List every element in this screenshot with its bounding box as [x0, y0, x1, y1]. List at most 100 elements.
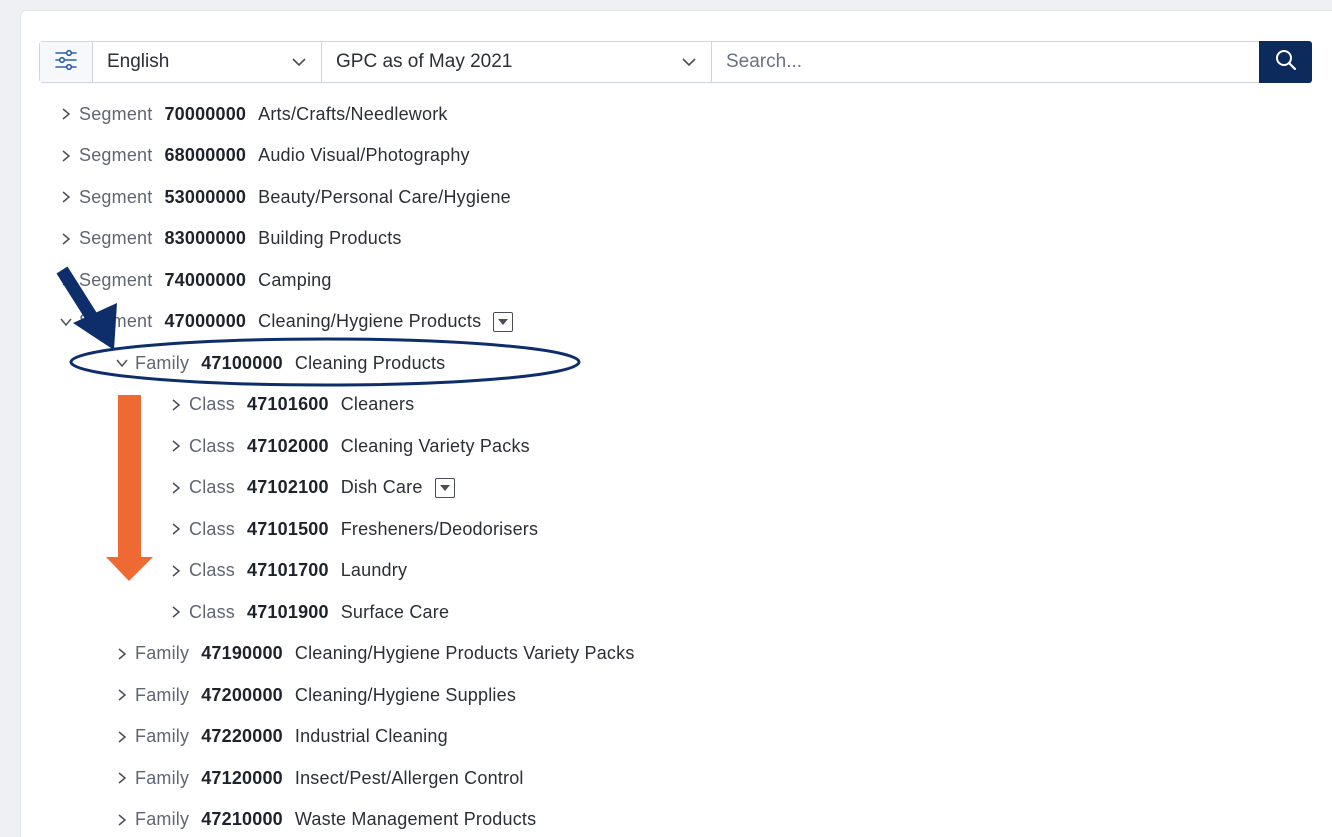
- tree-row[interactable]: Segment 47000000 Cleaning/Hygiene Products: [55, 306, 514, 338]
- chevron-right-icon[interactable]: [165, 435, 187, 457]
- node-title[interactable]: Audio Visual/Photography: [258, 145, 470, 166]
- node-code: 47101700: [247, 560, 329, 580]
- node-title[interactable]: Camping: [258, 270, 331, 291]
- chevron-right-icon[interactable]: [165, 560, 187, 582]
- chevron-down-icon[interactable]: [55, 311, 77, 333]
- node-title[interactable]: Arts/Crafts/Needlework: [258, 104, 447, 125]
- node-level-label: Segment: [79, 269, 153, 290]
- node-title[interactable]: Cleaners: [341, 394, 415, 415]
- tree-row[interactable]: Segment 74000000 Camping: [55, 264, 332, 296]
- node-code: 47120000: [201, 767, 283, 788]
- node-title[interactable]: Industrial Cleaning: [295, 726, 448, 747]
- tree-row[interactable]: Family 47200000 Cleaning/Hygiene Supplies: [111, 679, 516, 711]
- chevron-down-icon: [681, 51, 697, 73]
- node-code: 47101500: [247, 518, 329, 539]
- node-level-label: Family: [135, 684, 190, 705]
- sliders-icon: [54, 49, 78, 76]
- node-title[interactable]: Dish Care: [341, 477, 423, 498]
- chevron-right-icon[interactable]: [111, 809, 133, 831]
- node-title[interactable]: Laundry: [341, 560, 407, 581]
- search-icon: [1274, 48, 1298, 77]
- tree-row[interactable]: Class 47102100 Dish Care: [165, 472, 455, 504]
- tree-row[interactable]: Family 47100000 Cleaning Products: [111, 347, 445, 379]
- node-level-label: Segment: [79, 186, 153, 207]
- tree-row[interactable]: Family 47190000 Cleaning/Hygiene Products …: [111, 638, 635, 670]
- node-code: 47100000: [201, 352, 283, 373]
- chevron-right-icon[interactable]: [111, 684, 133, 706]
- node-title[interactable]: Waste Management Products: [295, 809, 536, 830]
- classification-browser-panel: English GPC as of May 2021 Segment 700000…: [20, 10, 1332, 837]
- chevron-right-icon[interactable]: [165, 477, 187, 499]
- chevron-right-icon[interactable]: [165, 601, 187, 623]
- node-title[interactable]: Cleaning/Hygiene Products Variety Packs: [295, 643, 635, 664]
- tree-row[interactable]: Segment 70000000 Arts/Crafts/Needlework: [55, 98, 448, 130]
- tree-row[interactable]: Family 47120000 Insect/Pest/Allergen Contr…: [111, 762, 524, 794]
- node-title[interactable]: Building Products: [258, 228, 401, 249]
- tree-row[interactable]: Class 47101700 Laundry: [165, 555, 407, 587]
- tree-row[interactable]: Class 47102000 Cleaning Variety Packs: [165, 430, 530, 462]
- node-level-label: Class: [189, 518, 236, 539]
- search-input[interactable]: [712, 42, 1259, 82]
- browser-toolbar: English GPC as of May 2021: [39, 41, 1312, 83]
- tree-row[interactable]: Family 47220000 Industrial Cleaning: [111, 721, 448, 753]
- node-code: 83000000: [164, 228, 247, 248]
- node-code: 47102100: [247, 477, 329, 497]
- node-level-label: Family: [135, 643, 190, 663]
- filter-button[interactable]: [40, 42, 93, 82]
- node-title[interactable]: Fresheners/Deodorisers: [341, 519, 538, 540]
- tree-row[interactable]: Class 47101500 Fresheners/Deodorisers: [165, 513, 538, 545]
- tree-row[interactable]: Family 47210000 Waste Management Products: [111, 804, 536, 836]
- node-level-label: Class: [189, 477, 236, 497]
- chevron-right-icon[interactable]: [55, 103, 77, 125]
- node-title[interactable]: Cleaning/Hygiene Supplies: [295, 685, 516, 706]
- node-level-label: Family: [135, 809, 190, 829]
- node-code: 47220000: [201, 726, 283, 746]
- language-select[interactable]: English: [93, 42, 322, 82]
- node-code: 47101600: [247, 394, 329, 414]
- node-code: 47200000: [201, 684, 283, 705]
- chevron-right-icon[interactable]: [55, 145, 77, 167]
- node-code: 47210000: [201, 809, 283, 829]
- tree-row[interactable]: Segment 68000000 Audio Visual/Photography: [55, 140, 470, 172]
- node-level-label: Class: [189, 560, 236, 580]
- tree-row[interactable]: Segment 53000000 Beauty/Personal Care/Hygi…: [55, 181, 511, 213]
- chevron-right-icon[interactable]: [55, 228, 77, 250]
- node-code: 47101900: [247, 601, 329, 622]
- chevron-right-icon[interactable]: [165, 394, 187, 416]
- chevron-right-icon[interactable]: [165, 518, 187, 540]
- chevron-down-icon[interactable]: [111, 352, 133, 374]
- tree-row[interactable]: Segment 83000000 Building Products: [55, 223, 402, 255]
- node-level-label: Segment: [79, 228, 153, 248]
- node-level-label: Class: [189, 601, 236, 622]
- node-level-label: Segment: [79, 311, 153, 331]
- node-code: 70000000: [164, 103, 247, 124]
- node-title[interactable]: Insect/Pest/Allergen Control: [295, 768, 524, 789]
- tree-row[interactable]: Class 47101900 Surface Care: [165, 596, 449, 628]
- version-value: GPC as of May 2021: [336, 51, 513, 72]
- node-menu-dropdown-icon[interactable]: [493, 311, 514, 332]
- node-title[interactable]: Cleaning/Hygiene Products: [258, 311, 481, 332]
- node-title[interactable]: Beauty/Personal Care/Hygiene: [258, 187, 511, 208]
- node-code: 68000000: [164, 145, 247, 165]
- tree-row[interactable]: Class 47101600 Cleaners: [165, 389, 414, 421]
- chevron-right-icon[interactable]: [55, 186, 77, 208]
- node-level-label: Family: [135, 352, 190, 373]
- version-select[interactable]: GPC as of May 2021: [322, 42, 712, 82]
- node-title[interactable]: Surface Care: [341, 602, 449, 623]
- node-level-label: Segment: [79, 145, 153, 165]
- node-level-label: Family: [135, 726, 190, 746]
- node-code: 47000000: [164, 311, 247, 331]
- node-title[interactable]: Cleaning Variety Packs: [341, 436, 530, 457]
- chevron-right-icon[interactable]: [111, 767, 133, 789]
- node-menu-dropdown-icon[interactable]: [434, 477, 455, 498]
- chevron-right-icon[interactable]: [111, 643, 133, 665]
- node-code: 53000000: [164, 186, 247, 207]
- chevron-right-icon[interactable]: [55, 269, 77, 291]
- node-code: 47102000: [247, 435, 329, 456]
- node-code: 47190000: [201, 643, 283, 663]
- chevron-down-icon: [291, 51, 307, 73]
- node-title[interactable]: Cleaning Products: [295, 353, 446, 374]
- chevron-right-icon[interactable]: [111, 726, 133, 748]
- search-button[interactable]: [1259, 41, 1312, 83]
- node-level-label: Family: [135, 767, 190, 788]
